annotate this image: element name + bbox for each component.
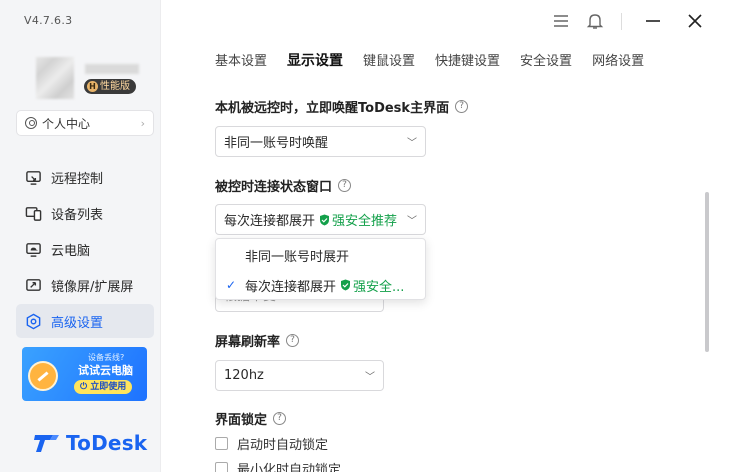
sidebar-item-advanced-settings[interactable]: 高级设置 (16, 304, 154, 338)
chevron-down-icon: ﹀ (407, 216, 417, 227)
remote-control-icon (26, 170, 41, 185)
lock-on-minimize-label: 最小化时自动锁定 (237, 463, 342, 472)
profile-center-button[interactable]: 个人中心 › (16, 110, 154, 136)
help-icon[interactable]: ? (455, 100, 469, 113)
avatar[interactable] (36, 57, 74, 99)
security-recommend-label: 强安全... (353, 279, 405, 295)
edition-badge: H 性能版 (84, 79, 136, 94)
advanced-settings-icon (26, 313, 41, 329)
refresh-rate-select[interactable]: 120hz ﹀ (215, 360, 384, 391)
lock-on-start-option[interactable]: 启动时自动锁定 (215, 434, 328, 453)
app-version: V4.7.6.3 (24, 14, 73, 27)
sidebar-item-mirror-screen[interactable]: 镜像屏/扩展屏 (16, 268, 154, 302)
help-icon[interactable]: ? (338, 179, 352, 192)
status-window-dropdown: 非同一账号时展开 ✓ 每次连接都展开 强安全... (215, 238, 426, 300)
wake-mode-select[interactable]: 非同一账号时唤醒 ﹀ (215, 126, 426, 157)
promo-button-label: 立即使用 (90, 382, 127, 392)
interface-lock-title: 界面锁定 ? (215, 409, 287, 428)
wake-mode-value: 非同一账号时唤醒 (224, 136, 329, 151)
display-settings-panel: 本机被远控时，立即唤醒ToDesk主界面 ? 非同一账号时唤醒 ﹀ 被控时连接状… (215, 0, 705, 472)
sidebar-item-label: 设备列表 (51, 207, 104, 223)
todesk-logo: ToDesk (33, 431, 147, 455)
refresh-rate-label: 屏幕刷新率 (215, 335, 281, 350)
shield-check-icon (341, 279, 351, 291)
promo-line2: 试试云电脑 (78, 364, 133, 377)
todesk-logo-icon (34, 435, 59, 452)
status-window-select[interactable]: 每次连接都展开 强安全推荐 ﹀ (215, 204, 426, 235)
user-icon (25, 117, 37, 129)
status-window-title: 被控时连接状态窗口 ? (215, 176, 352, 195)
edition-badge-label: 性能版 (100, 81, 130, 92)
lock-on-minimize-option[interactable]: 最小化时自动锁定 (215, 459, 341, 472)
lock-on-start-checkbox[interactable] (215, 437, 228, 450)
lock-on-minimize-checkbox[interactable] (215, 462, 228, 472)
chevron-down-icon: ﹀ (407, 138, 417, 149)
profile-center-label: 个人中心 (42, 116, 91, 131)
user-name (85, 64, 139, 74)
dropdown-option-label: 每次连接都展开 (245, 279, 337, 295)
dropdown-option-label: 非同一账号时展开 (245, 249, 350, 265)
sidebar-item-label: 云电脑 (51, 243, 91, 259)
security-recommend-label: 强安全推荐 (332, 214, 398, 229)
device-list-icon (25, 206, 42, 221)
brand-name: ToDesk (66, 431, 148, 455)
performance-edition-icon: H (87, 81, 98, 92)
refresh-rate-value: 120hz (224, 368, 264, 383)
security-recommend-tag: 强安全... (340, 276, 404, 295)
check-icon: ✓ (226, 278, 237, 292)
content-scrollbar[interactable] (705, 192, 709, 352)
sidebar-item-label: 高级设置 (51, 315, 104, 331)
cloud-pc-icon (26, 242, 41, 257)
cloud-pc-promo-icon (28, 361, 58, 391)
help-icon[interactable]: ? (286, 334, 300, 347)
shield-check-icon (320, 214, 330, 225)
wake-setting-title: 本机被远控时，立即唤醒ToDesk主界面 ? (215, 97, 469, 116)
lock-on-start-label: 启动时自动锁定 (237, 438, 329, 453)
chevron-right-icon: › (140, 116, 145, 130)
wake-setting-label: 本机被远控时，立即唤醒ToDesk主界面 (215, 101, 450, 116)
interface-lock-label: 界面锁定 (215, 413, 268, 428)
chevron-down-icon: ﹀ (365, 372, 375, 383)
sidebar-item-remote-control[interactable]: 远程控制 (16, 160, 154, 194)
sidebar: V4.7.6.3 H 性能版 个人中心 › 远程控制 设备列表 云电脑 镜像屏/… (0, 0, 161, 472)
sidebar-item-cloud-pc[interactable]: 云电脑 (16, 232, 154, 266)
promo-use-now-button[interactable]: ⏻ 立即使用 (74, 380, 133, 394)
sidebar-item-device-list[interactable]: 设备列表 (16, 196, 154, 230)
dropdown-option-non-same-account[interactable]: 非同一账号时展开 (216, 241, 425, 269)
sidebar-item-label: 镜像屏/扩展屏 (51, 279, 134, 295)
sidebar-nav: 远程控制 设备列表 云电脑 镜像屏/扩展屏 高级设置 (16, 160, 154, 340)
status-window-value: 每次连接都展开 (224, 214, 316, 229)
status-window-label: 被控时连接状态窗口 (215, 180, 333, 195)
help-icon[interactable]: ? (273, 412, 287, 425)
mirror-screen-icon (26, 278, 41, 291)
dropdown-option-every-connection[interactable]: ✓ 每次连接都展开 强安全... (216, 271, 425, 299)
cloud-pc-promo-banner[interactable]: 设备丢线? 试试云电脑 ⏻ 立即使用 (22, 347, 147, 401)
security-recommend-tag: 强安全推荐 (319, 210, 397, 229)
sidebar-item-label: 远程控制 (51, 171, 104, 187)
refresh-rate-title: 屏幕刷新率 ? (215, 331, 300, 350)
